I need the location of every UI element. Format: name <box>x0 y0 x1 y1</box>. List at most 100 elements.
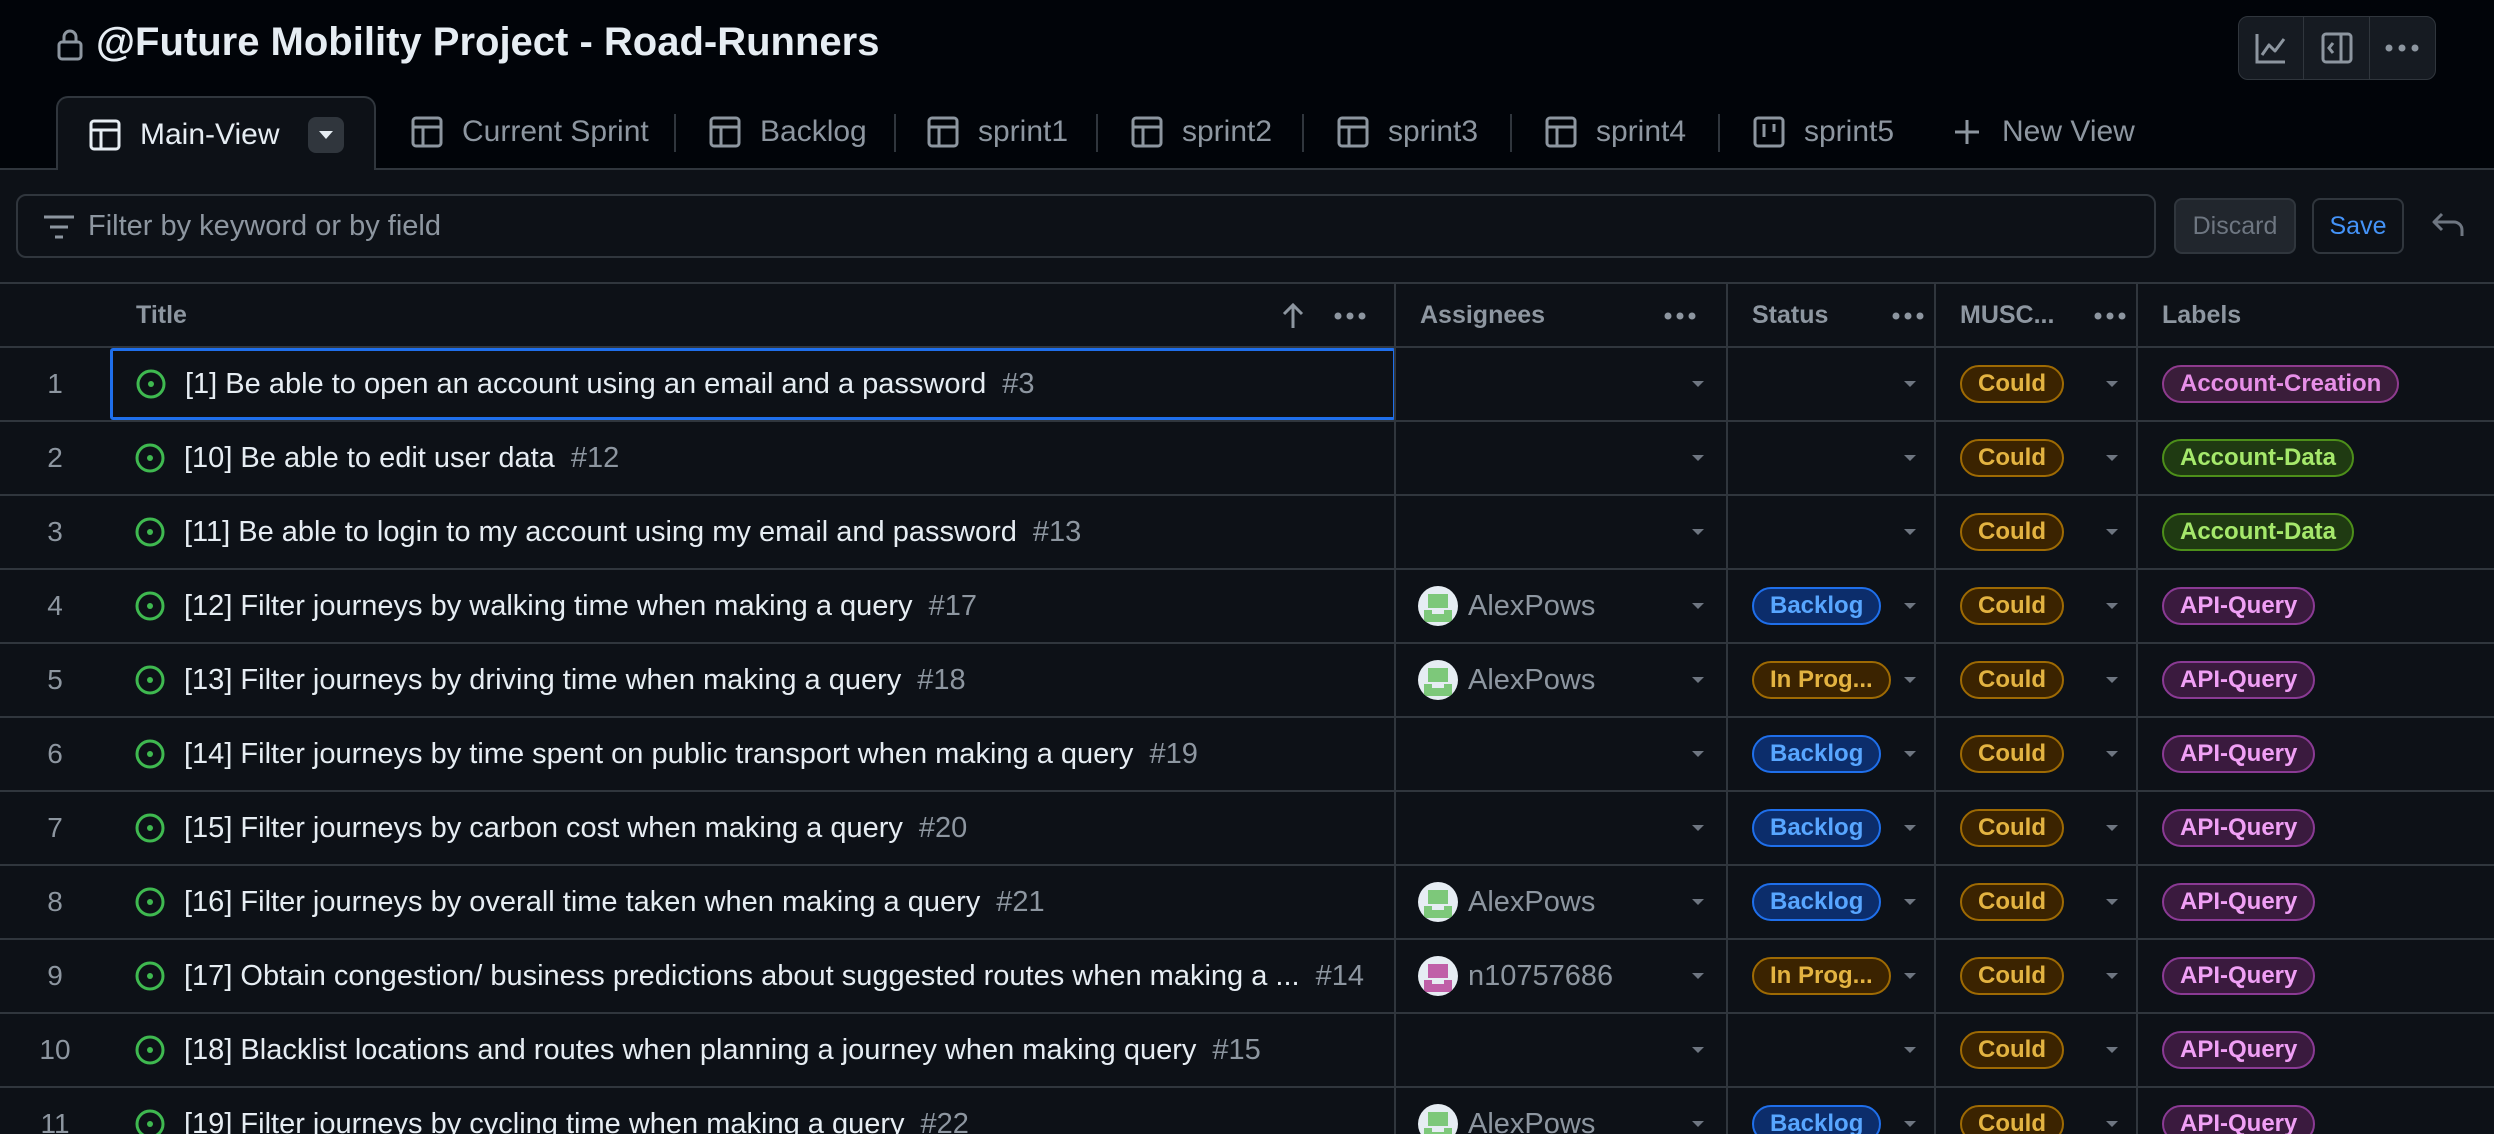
assignee-cell[interactable]: AlexPows <box>1396 1088 1726 1134</box>
moscow-cell[interactable]: Could <box>1936 718 2136 790</box>
label-badge[interactable]: API-Query <box>2162 661 2316 699</box>
moscow-badge[interactable]: Could <box>1960 957 2064 995</box>
moscow-cell[interactable]: Could <box>1936 496 2136 568</box>
view-options-dropdown[interactable] <box>307 117 344 153</box>
labels-cell[interactable]: API-Query <box>2138 792 2494 864</box>
moscow-badge[interactable]: Could <box>1960 439 2064 477</box>
tab-current-sprint[interactable]: Current Sprint <box>410 96 649 168</box>
moscow-badge[interactable]: Could <box>1960 1105 2064 1134</box>
column-menu-icon[interactable] <box>2092 298 2128 334</box>
title-cell[interactable]: [15] Filter journeys by carbon cost when… <box>112 792 1392 864</box>
tab-main-view[interactable]: Main-View <box>56 96 376 172</box>
moscow-cell[interactable]: Could <box>1936 644 2136 716</box>
issue-number[interactable]: #14 <box>1316 960 1364 993</box>
status-cell[interactable]: Backlog <box>1728 718 1934 790</box>
title-cell[interactable]: [14] Filter journeys by time spent on pu… <box>112 718 1392 790</box>
status-cell[interactable] <box>1728 422 1934 494</box>
assignee-name[interactable]: AlexPows <box>1468 886 1595 919</box>
moscow-cell[interactable]: Could <box>1936 940 2136 1012</box>
moscow-cell[interactable]: Could <box>1936 1014 2136 1086</box>
status-badge[interactable]: Backlog <box>1752 587 1882 625</box>
title-cell[interactable]: [13] Filter journeys by driving time whe… <box>112 644 1392 716</box>
status-cell[interactable]: Backlog <box>1728 792 1934 864</box>
status-badge[interactable]: Backlog <box>1752 809 1882 847</box>
title-cell[interactable]: [17] Obtain congestion/ business predict… <box>112 940 1392 1012</box>
column-header-assignees[interactable]: Assignees <box>1420 284 1726 346</box>
assignee-cell[interactable]: AlexPows <box>1396 644 1726 716</box>
labels-cell[interactable]: API-Query <box>2138 866 2494 938</box>
dropdown-caret-icon[interactable] <box>2104 601 2120 611</box>
issue-title[interactable]: [19] Filter journeys by cycling time whe… <box>184 1108 904 1134</box>
dropdown-caret-icon[interactable] <box>1902 527 1918 537</box>
labels-cell[interactable]: API-Query <box>2138 1014 2494 1086</box>
table-row[interactable]: 8 [16] Filter journeys by overall time t… <box>0 866 2494 940</box>
table-row[interactable]: 9 [17] Obtain congestion/ business predi… <box>0 940 2494 1014</box>
dropdown-caret-icon[interactable] <box>2104 897 2120 907</box>
assignee-name[interactable]: AlexPows <box>1468 1108 1595 1134</box>
label-badge[interactable]: API-Query <box>2162 1031 2316 1069</box>
label-badge[interactable]: API-Query <box>2162 1105 2316 1134</box>
moscow-cell[interactable]: Could <box>1936 570 2136 642</box>
column-header-title[interactable]: Title <box>136 284 1392 346</box>
new-view-button[interactable]: New View <box>1950 96 2135 168</box>
assignee-cell[interactable]: n10757686 <box>1396 940 1726 1012</box>
title-cell[interactable]: [1] Be able to open an account using an … <box>110 348 1396 420</box>
assignee-cell[interactable] <box>1396 718 1726 790</box>
dropdown-caret-icon[interactable] <box>1690 601 1706 611</box>
dropdown-caret-icon[interactable] <box>1902 897 1918 907</box>
filter-input[interactable]: Filter by keyword or by field <box>16 194 2156 258</box>
column-menu-icon[interactable] <box>1332 298 1368 334</box>
side-panel-button[interactable] <box>2304 17 2370 79</box>
issue-number[interactable]: #20 <box>919 812 967 845</box>
dropdown-caret-icon[interactable] <box>2104 1119 2120 1129</box>
dropdown-caret-icon[interactable] <box>2104 971 2120 981</box>
issue-title[interactable]: [15] Filter journeys by carbon cost when… <box>184 812 903 845</box>
dropdown-caret-icon[interactable] <box>2104 1045 2120 1055</box>
assignee-name[interactable]: n10757686 <box>1468 960 1613 993</box>
tab-sprint4[interactable]: sprint4 <box>1544 96 1686 168</box>
dropdown-caret-icon[interactable] <box>1902 749 1918 759</box>
moscow-badge[interactable]: Could <box>1960 365 2064 403</box>
dropdown-caret-icon[interactable] <box>1902 453 1918 463</box>
moscow-cell[interactable]: Could <box>1936 422 2136 494</box>
moscow-badge[interactable]: Could <box>1960 883 2064 921</box>
discard-button[interactable]: Discard <box>2174 198 2296 254</box>
title-cell[interactable]: [19] Filter journeys by cycling time whe… <box>112 1088 1392 1134</box>
moscow-cell[interactable]: Could <box>1936 792 2136 864</box>
dropdown-caret-icon[interactable] <box>1902 675 1918 685</box>
status-cell[interactable]: Backlog <box>1728 570 1934 642</box>
column-menu-icon[interactable] <box>1890 298 1926 334</box>
tab-sprint2[interactable]: sprint2 <box>1130 96 1272 168</box>
assignee-name[interactable]: AlexPows <box>1468 664 1595 697</box>
table-row[interactable]: 3 [11] Be able to login to my account us… <box>0 496 2494 570</box>
undo-icon[interactable] <box>2428 206 2468 246</box>
dropdown-caret-icon[interactable] <box>1902 379 1918 389</box>
moscow-badge[interactable]: Could <box>1960 809 2064 847</box>
insights-button[interactable] <box>2239 17 2305 79</box>
table-row[interactable]: 4 [12] Filter journeys by walking time w… <box>0 570 2494 644</box>
issue-number[interactable]: #3 <box>1002 368 1034 401</box>
assignee-cell[interactable] <box>1396 792 1726 864</box>
moscow-badge[interactable]: Could <box>1960 735 2064 773</box>
table-row[interactable]: 5 [13] Filter journeys by driving time w… <box>0 644 2494 718</box>
tab-sprint3[interactable]: sprint3 <box>1336 96 1478 168</box>
dropdown-caret-icon[interactable] <box>1902 971 1918 981</box>
table-row[interactable]: 11 [19] Filter journeys by cycling time … <box>0 1088 2494 1134</box>
save-button[interactable]: Save <box>2312 198 2404 254</box>
labels-cell[interactable]: Account-Data <box>2138 422 2494 494</box>
status-cell[interactable]: Backlog <box>1728 1088 1934 1134</box>
issue-title[interactable]: [18] Blacklist locations and routes when… <box>184 1034 1196 1067</box>
status-cell[interactable]: In Prog... <box>1728 644 1934 716</box>
assignee-cell[interactable] <box>1396 348 1726 420</box>
title-cell[interactable]: [16] Filter journeys by overall time tak… <box>112 866 1392 938</box>
issue-number[interactable]: #13 <box>1033 516 1081 549</box>
labels-cell[interactable]: API-Query <box>2138 570 2494 642</box>
dropdown-caret-icon[interactable] <box>1902 1119 1918 1129</box>
title-cell[interactable]: [11] Be able to login to my account usin… <box>112 496 1392 568</box>
moscow-cell[interactable]: Could <box>1936 866 2136 938</box>
dropdown-caret-icon[interactable] <box>1690 379 1706 389</box>
table-row[interactable]: 7 [15] Filter journeys by carbon cost wh… <box>0 792 2494 866</box>
issue-title[interactable]: [1] Be able to open an account using an … <box>185 368 986 401</box>
issue-title[interactable]: [12] Filter journeys by walking time whe… <box>184 590 913 623</box>
issue-number[interactable]: #12 <box>571 442 619 475</box>
